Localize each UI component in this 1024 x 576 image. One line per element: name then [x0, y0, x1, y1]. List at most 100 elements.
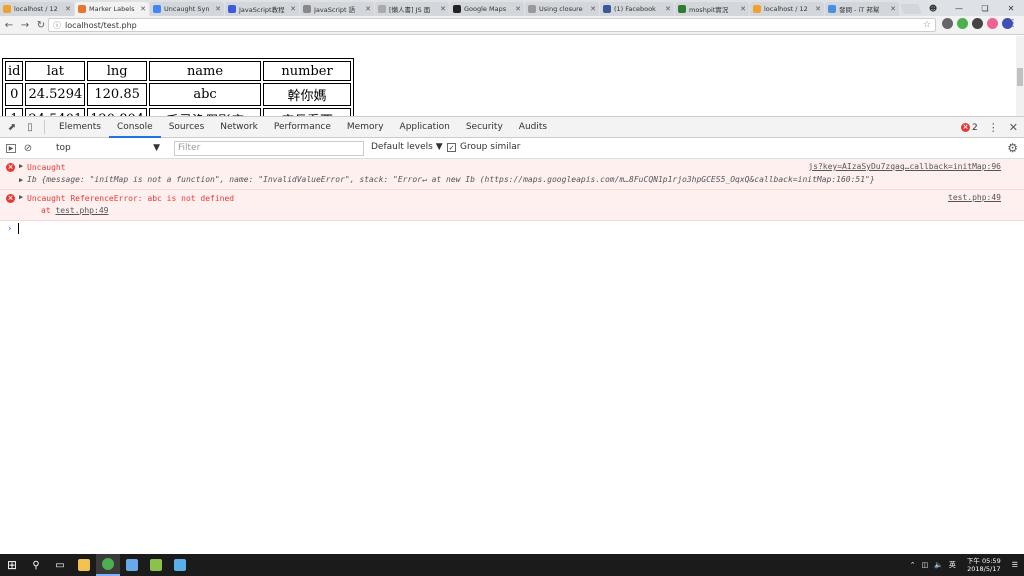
- close-devtools-icon[interactable]: ✕: [1009, 121, 1018, 134]
- close-tab-icon[interactable]: ✕: [365, 5, 371, 13]
- error-count: 2: [972, 122, 978, 133]
- error-source-link[interactable]: js?key=AIzaSyDu7zqaq…callback=initMap:96: [808, 162, 1001, 171]
- browser-tab[interactable]: Uncaught Syn ✕: [150, 2, 224, 16]
- tab-network[interactable]: Network: [212, 117, 266, 138]
- log-levels-dropdown[interactable]: Default levels ▼: [371, 142, 443, 152]
- browser-tab[interactable]: Marker Labels ✕: [75, 2, 149, 16]
- url-text[interactable]: localhost/test.php: [65, 21, 137, 30]
- scrollbar-thumb[interactable]: [1017, 68, 1023, 86]
- browser-tab[interactable]: (1) Facebook ✕: [600, 2, 674, 16]
- browser-tab[interactable]: Using closure ✕: [525, 2, 599, 16]
- tab-memory[interactable]: Memory: [339, 117, 392, 138]
- browser-tab[interactable]: JavaScript教程 ✕: [225, 2, 299, 16]
- info-icon[interactable]: ⓘ: [53, 20, 61, 31]
- back-button[interactable]: ←: [2, 20, 16, 31]
- extension-icon[interactable]: [987, 18, 998, 29]
- browser-tab[interactable]: localhost / 12 ✕: [750, 2, 824, 16]
- close-tab-icon[interactable]: ✕: [890, 5, 896, 13]
- close-tab-icon[interactable]: ✕: [665, 5, 671, 13]
- volume-icon[interactable]: 🔈: [934, 561, 943, 569]
- reload-button[interactable]: ↻: [34, 20, 48, 31]
- stack-at-label: at: [41, 206, 51, 215]
- taskbar-file-explorer-icon[interactable]: [72, 554, 96, 576]
- console-error-message: × ▶ Uncaught ReferenceError: abc is not …: [0, 190, 1024, 221]
- taskbar-chrome-icon[interactable]: [96, 554, 120, 576]
- close-tab-icon[interactable]: ✕: [815, 5, 821, 13]
- console-output: × ▶ Uncaught ▶ Ib {message: "initMap is n…: [0, 159, 1024, 237]
- error-counter[interactable]: × 2: [961, 123, 978, 133]
- browser-tab[interactable]: JavaScript 語 ✕: [300, 2, 374, 16]
- close-tab-icon[interactable]: ✕: [440, 5, 446, 13]
- browser-tab[interactable]: localhost / 12 ✕: [0, 2, 74, 16]
- devtools-menu-icon[interactable]: ⋮: [988, 121, 999, 134]
- close-tab-icon[interactable]: ✕: [290, 5, 296, 13]
- extension-icon[interactable]: [972, 18, 983, 29]
- bookmark-star-icon[interactable]: ☆: [923, 20, 931, 30]
- console-prompt[interactable]: ›: [0, 221, 1024, 237]
- tab-title: moshpit實況: [689, 6, 729, 14]
- windows-start-icon[interactable]: ⊞: [0, 554, 24, 576]
- taskbar-snipping-tool-icon[interactable]: [168, 554, 192, 576]
- device-toolbar-icon[interactable]: ▯: [24, 121, 36, 133]
- inspect-element-icon[interactable]: ⬈: [6, 121, 18, 133]
- column-header: lat: [25, 61, 86, 81]
- favicon-icon: [3, 5, 11, 13]
- close-tab-icon[interactable]: ✕: [740, 5, 746, 13]
- close-window-button[interactable]: ✕: [998, 4, 1024, 13]
- checkbox-checked-icon[interactable]: ✓: [447, 142, 456, 152]
- browser-menu-icon[interactable]: ⋮: [1008, 18, 1018, 29]
- profile-icon[interactable]: ☻: [920, 4, 946, 13]
- tab-title: 發問 - iT 邦幫: [839, 6, 880, 14]
- close-tab-icon[interactable]: ✕: [215, 5, 221, 13]
- tab-audits[interactable]: Audits: [511, 117, 555, 138]
- column-header: id: [5, 61, 24, 81]
- sidebar-toggle-icon[interactable]: ▶: [6, 143, 16, 153]
- gear-icon[interactable]: ⚙: [1007, 141, 1018, 155]
- tab-performance[interactable]: Performance: [266, 117, 339, 138]
- minimize-button[interactable]: —: [946, 4, 972, 13]
- table-row: 124.5401120.804千尋漁假影店店長看西: [5, 108, 352, 116]
- search-icon[interactable]: ⚲: [24, 554, 48, 576]
- taskbar-notepad-plus-icon[interactable]: [144, 554, 168, 576]
- tab-elements[interactable]: Elements: [51, 117, 109, 138]
- table-cell: 千尋漁假影店: [149, 108, 262, 116]
- tab-sources[interactable]: Sources: [161, 117, 213, 138]
- expand-triangle-icon[interactable]: ▶: [19, 162, 23, 170]
- expand-triangle-icon[interactable]: ▶: [19, 193, 23, 201]
- tab-security[interactable]: Security: [458, 117, 511, 138]
- stack-frame-link[interactable]: test.php:49: [55, 206, 108, 215]
- close-tab-icon[interactable]: ✕: [590, 5, 596, 13]
- close-tab-icon[interactable]: ✕: [140, 5, 146, 13]
- taskbar-notepad-icon[interactable]: [120, 554, 144, 576]
- browser-tab[interactable]: [懶人書] JS 面 ✕: [375, 2, 449, 16]
- error-source-link[interactable]: test.php:49: [948, 193, 1001, 202]
- chevron-up-icon[interactable]: ⌃: [910, 561, 916, 569]
- clock[interactable]: 下午 05:59 2018/5/17: [967, 557, 1001, 573]
- context-selector[interactable]: top ▼: [52, 141, 164, 155]
- network-icon[interactable]: ◫: [922, 561, 929, 569]
- browser-tab[interactable]: 發問 - iT 邦幫 ✕: [825, 2, 899, 16]
- extension-icon[interactable]: [957, 18, 968, 29]
- tab-application[interactable]: Application: [392, 117, 458, 138]
- new-tab-button[interactable]: [900, 4, 922, 14]
- tab-console[interactable]: Console: [108, 117, 161, 138]
- expand-triangle-icon[interactable]: ▶: [19, 174, 23, 186]
- browser-tab[interactable]: Google Maps ✕: [450, 2, 524, 16]
- close-tab-icon[interactable]: ✕: [65, 5, 71, 13]
- restore-button[interactable]: ❏: [972, 4, 998, 13]
- error-detail[interactable]: ▶ Ib {message: "initMap is not a function…: [19, 174, 994, 186]
- address-bar[interactable]: ⓘ localhost/test.php ☆: [48, 18, 936, 32]
- task-view-icon[interactable]: ▭: [48, 554, 72, 576]
- extension-icon[interactable]: [942, 18, 953, 29]
- column-header: name: [149, 61, 262, 81]
- notifications-icon[interactable]: ☰: [1012, 561, 1018, 569]
- clear-console-icon[interactable]: ⊘: [22, 142, 34, 154]
- console-filter-input[interactable]: Filter: [174, 141, 364, 156]
- browser-tab[interactable]: moshpit實況 ✕: [675, 2, 749, 16]
- group-similar-toggle[interactable]: ✓ Group similar: [447, 142, 520, 152]
- ime-indicator[interactable]: 英: [949, 560, 956, 570]
- tab-title: JavaScript教程: [239, 6, 285, 14]
- page-scrollbar[interactable]: [1016, 36, 1024, 116]
- forward-button[interactable]: →: [18, 20, 32, 31]
- close-tab-icon[interactable]: ✕: [515, 5, 521, 13]
